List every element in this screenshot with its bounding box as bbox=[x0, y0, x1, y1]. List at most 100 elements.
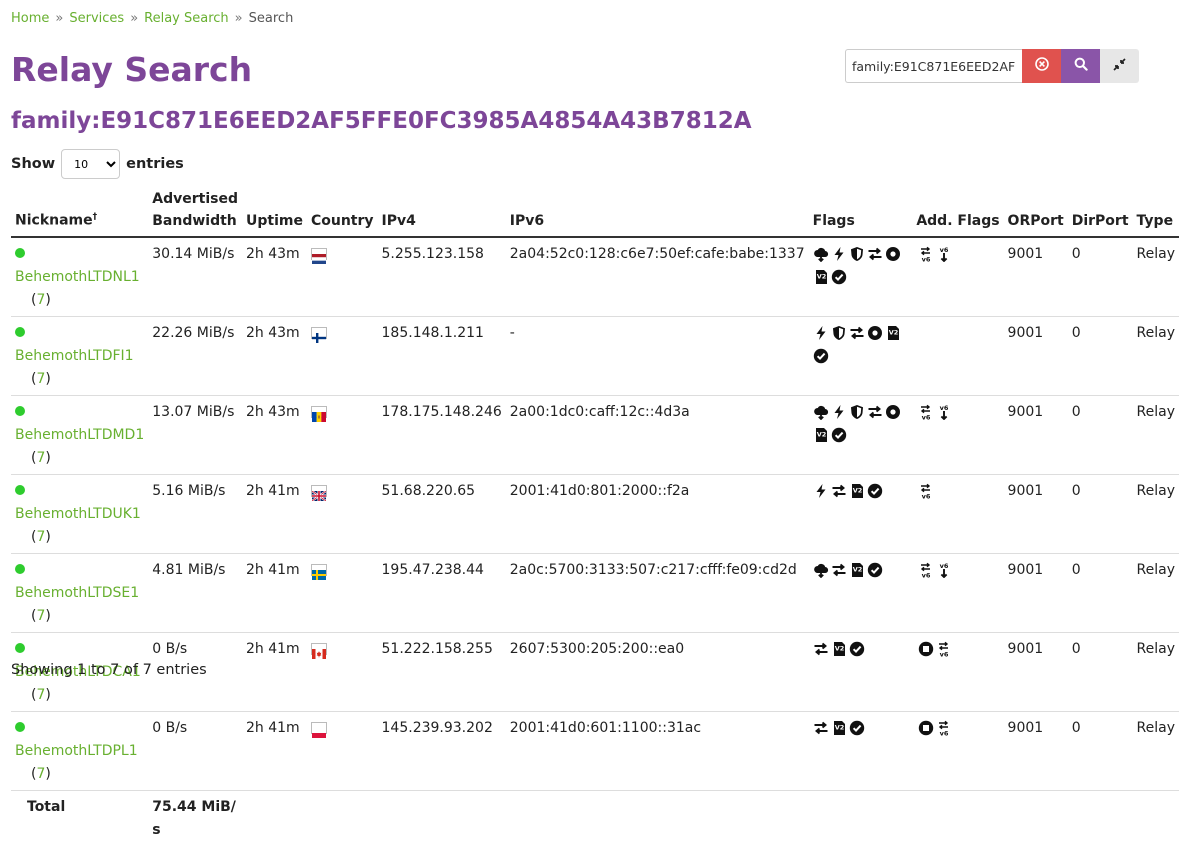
svg-text:v6: v6 bbox=[922, 414, 931, 421]
running-flag-icon bbox=[867, 325, 883, 341]
not-running-flag-icon bbox=[918, 641, 934, 657]
cell-dirport: 0 bbox=[1068, 554, 1133, 633]
breadcrumb-relay-search[interactable]: Relay Search bbox=[144, 11, 229, 26]
exit-ipv6-flag-icon: v6 bbox=[936, 404, 952, 420]
compress-icon bbox=[1113, 58, 1126, 75]
exit-flag-icon bbox=[813, 246, 829, 262]
cell-flags: V2 bbox=[809, 237, 913, 317]
country-flag-pl-icon[interactable] bbox=[311, 722, 327, 734]
svg-text:v6: v6 bbox=[922, 256, 931, 263]
family-link[interactable]: 7 bbox=[36, 529, 45, 545]
cell-bandwidth: 22.26 MiB/s bbox=[148, 317, 242, 396]
valid-flag-icon bbox=[867, 483, 883, 499]
country-flag-gb-icon[interactable] bbox=[311, 485, 327, 497]
svg-text:v6: v6 bbox=[940, 651, 949, 658]
svg-text:v6: v6 bbox=[922, 572, 931, 579]
col-type[interactable]: Type bbox=[1133, 185, 1179, 237]
svg-text:v6: v6 bbox=[940, 730, 949, 737]
family-count: (7) bbox=[15, 608, 51, 624]
relay-link[interactable]: BehemothLTDNL1 bbox=[15, 269, 140, 285]
col-add-flags[interactable]: Add. Flags bbox=[912, 185, 1003, 237]
exit-ipv6-flag-icon: v6 bbox=[936, 246, 952, 262]
country-flag-nl-icon[interactable] bbox=[311, 248, 327, 260]
cell-orport: 9001 bbox=[1004, 237, 1068, 317]
family-link[interactable]: 7 bbox=[36, 371, 45, 387]
col-ipv6[interactable]: IPv6 bbox=[506, 185, 809, 237]
family-link[interactable]: 7 bbox=[36, 766, 45, 782]
col-orport[interactable]: ORPort bbox=[1004, 185, 1068, 237]
relay-link[interactable]: BehemothLTDSE1 bbox=[15, 585, 139, 601]
reachable-ipv6-flag-icon: v6 bbox=[918, 562, 934, 578]
cell-flags: V2 bbox=[809, 554, 913, 633]
svg-text:v6: v6 bbox=[922, 493, 931, 500]
table-row: BehemothLTDNL1(7)30.14 MiB/s2h 43m5.255.… bbox=[11, 237, 1179, 317]
running-status-dot bbox=[15, 406, 25, 416]
col-ipv4[interactable]: IPv4 bbox=[378, 185, 506, 237]
family-link[interactable]: 7 bbox=[36, 292, 45, 308]
valid-flag-icon bbox=[813, 348, 829, 364]
cell-country bbox=[307, 396, 378, 475]
page-length-control: Show 10 entries bbox=[11, 149, 184, 179]
country-flag-md-icon[interactable] bbox=[311, 406, 327, 418]
table-info: Showing 1 to 7 of 7 entries bbox=[11, 662, 207, 678]
family-link[interactable]: 7 bbox=[36, 687, 45, 703]
total-label: Total bbox=[11, 791, 148, 846]
svg-text:v6: v6 bbox=[940, 562, 949, 570]
exit-flag-icon bbox=[813, 562, 829, 578]
family-count: (7) bbox=[15, 371, 51, 387]
cell-ipv6: 2607:5300:205:200::ea0 bbox=[506, 633, 809, 712]
query-heading: family:E91C871E6EED2AF5FFE0FC3985A4854A4… bbox=[11, 108, 752, 134]
search-bar bbox=[845, 49, 1139, 83]
cell-add-flags: v6 v6 bbox=[912, 237, 1003, 317]
col-country[interactable]: Country bbox=[307, 185, 378, 237]
col-bandwidth[interactable]: Advertised Bandwidth bbox=[148, 185, 242, 237]
country-flag-ca-icon[interactable] bbox=[311, 643, 327, 655]
fast-flag-icon bbox=[813, 483, 829, 499]
cell-flags: V2 bbox=[809, 475, 913, 554]
table-row: BehemothLTDPL1(7)0 B/s2h 41m145.239.93.2… bbox=[11, 712, 1179, 791]
cell-add-flags bbox=[912, 317, 1003, 396]
cell-nickname: BehemothLTDMD1(7) bbox=[11, 396, 148, 475]
breadcrumb-services[interactable]: Services bbox=[69, 11, 124, 26]
stable-flag-icon bbox=[867, 246, 883, 262]
total-row: Total 75.44 MiB/s bbox=[11, 791, 1179, 846]
cell-country bbox=[307, 317, 378, 396]
cell-uptime: 2h 41m bbox=[242, 475, 307, 554]
cell-orport: 9001 bbox=[1004, 396, 1068, 475]
relay-link[interactable]: BehemothLTDPL1 bbox=[15, 743, 138, 759]
svg-text:V2: V2 bbox=[852, 487, 862, 495]
svg-text:V2: V2 bbox=[816, 273, 826, 281]
col-uptime[interactable]: Uptime bbox=[242, 185, 307, 237]
relay-link[interactable]: BehemothLTDFI1 bbox=[15, 348, 134, 364]
reachable-ipv6-flag-icon: v6 bbox=[918, 404, 934, 420]
running-flag-icon bbox=[885, 246, 901, 262]
relay-link[interactable]: BehemothLTDMD1 bbox=[15, 427, 144, 443]
family-link[interactable]: 7 bbox=[36, 608, 45, 624]
breadcrumb-current: Search bbox=[249, 11, 294, 26]
family-link[interactable]: 7 bbox=[36, 450, 45, 466]
col-dirport[interactable]: DirPort bbox=[1068, 185, 1133, 237]
cell-bandwidth: 5.16 MiB/s bbox=[148, 475, 242, 554]
clear-search-button[interactable] bbox=[1022, 49, 1061, 83]
v2dir-flag-icon: V2 bbox=[813, 269, 829, 285]
v2dir-flag-icon: V2 bbox=[813, 427, 829, 443]
not-running-flag-icon bbox=[918, 720, 934, 736]
country-flag-se-icon[interactable] bbox=[311, 564, 327, 576]
cell-ipv6: 2a04:52c0:128:c6e7:50ef:cafe:babe:1337 bbox=[506, 237, 809, 317]
breadcrumb-home[interactable]: Home bbox=[11, 11, 49, 26]
country-flag-fi-icon[interactable] bbox=[311, 327, 327, 339]
table-row: BehemothLTDMD1(7)13.07 MiB/s2h 43m178.17… bbox=[11, 396, 1179, 475]
guard-flag-icon bbox=[831, 325, 847, 341]
col-flags[interactable]: Flags bbox=[809, 185, 913, 237]
search-input[interactable] bbox=[845, 49, 1022, 83]
search-button[interactable] bbox=[1061, 49, 1100, 83]
cell-dirport: 0 bbox=[1068, 237, 1133, 317]
page-length-select[interactable]: 10 bbox=[61, 149, 120, 179]
collapse-button[interactable] bbox=[1100, 49, 1139, 83]
col-nickname[interactable]: Nickname† bbox=[11, 185, 148, 237]
breadcrumb-separator: » bbox=[130, 11, 138, 26]
cell-add-flags: v6 bbox=[912, 633, 1003, 712]
cell-ipv6: - bbox=[506, 317, 809, 396]
cell-dirport: 0 bbox=[1068, 475, 1133, 554]
relay-link[interactable]: BehemothLTDUK1 bbox=[15, 506, 141, 522]
